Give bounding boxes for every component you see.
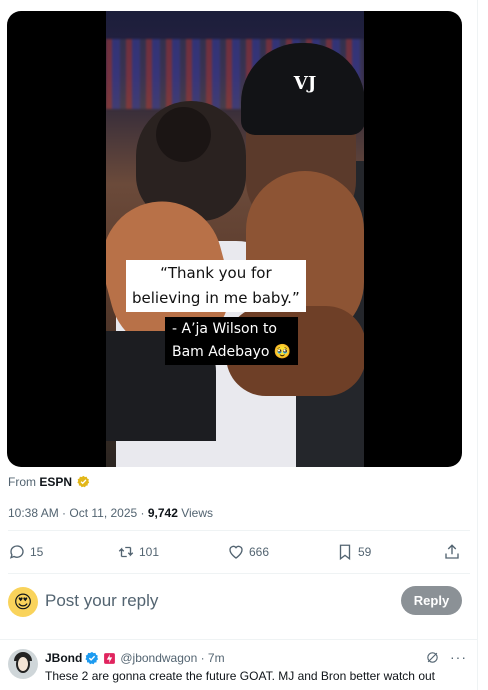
repost-action[interactable]: 101 xyxy=(117,540,159,564)
attribution-line-2-row: Bam Adebayo 🥹 xyxy=(172,341,291,364)
comment-header: JBond @jbondwagon · 7m xyxy=(45,651,225,665)
video-player[interactable]: VJ “Thank you for believing in me baby.”… xyxy=(7,11,462,467)
reply-action[interactable]: 15 xyxy=(8,540,43,564)
comment-tools: ··· xyxy=(425,649,467,665)
grok-icon[interactable] xyxy=(425,650,440,665)
heart-icon xyxy=(229,545,243,559)
bookmark-count: 59 xyxy=(358,545,372,559)
share-icon xyxy=(445,544,459,559)
attribution-line-1: - A’ja Wilson to xyxy=(172,321,277,337)
views-label: Views xyxy=(177,506,214,520)
divider xyxy=(8,573,470,574)
like-action[interactable]: 666 xyxy=(227,540,269,564)
attribution-line-2: Bam Adebayo xyxy=(172,344,270,360)
like-count: 666 xyxy=(249,545,270,559)
share-action[interactable] xyxy=(443,540,465,564)
avatar-face xyxy=(16,655,30,673)
video-frame: VJ “Thank you for believing in me baby.”… xyxy=(106,11,364,467)
action-bar: 15 101 666 59 xyxy=(8,540,463,564)
pleading-face-emoji: 🥹 xyxy=(273,344,292,360)
cap-logo: VJ xyxy=(293,73,317,94)
reply-icon xyxy=(9,545,24,559)
reply-post[interactable]: JBond @jbondwagon · 7m ··· These 2 are g… xyxy=(0,647,478,690)
bookmark-action[interactable]: 59 xyxy=(336,540,371,564)
affiliate-badge-icon xyxy=(104,652,116,664)
timestamp[interactable]: 10:38 AM · Oct 11, 2025 · xyxy=(8,506,148,520)
hair-bun xyxy=(156,107,211,162)
quote-line-2: believing in me baby.” xyxy=(132,289,300,307)
views-count: 9,742 xyxy=(147,506,178,520)
repost-count: 101 xyxy=(139,545,160,559)
bookmark-icon xyxy=(339,544,351,561)
repost-icon xyxy=(118,546,134,558)
post-meta: 10:38 AM · Oct 11, 2025 · 9,742 Views xyxy=(8,506,213,520)
source-link[interactable]: ESPN xyxy=(39,475,72,489)
comment-text: These 2 are gonna create the future GOAT… xyxy=(45,669,435,683)
post-detail: VJ “Thank you for believing in me baby.”… xyxy=(0,0,478,690)
video-quote-caption: “Thank you for believing in me baby.” xyxy=(126,260,306,312)
reply-count: 15 xyxy=(30,545,44,559)
video-attribution-caption: - A’ja Wilson to Bam Adebayo 🥹 xyxy=(165,317,299,365)
reply-button[interactable]: Reply xyxy=(401,586,462,615)
commenter-handle: @jbondwagon · 7m xyxy=(120,651,225,665)
verified-blue-icon xyxy=(85,651,99,665)
commenter-avatar[interactable] xyxy=(8,649,38,679)
reply-input[interactable]: Post your reply xyxy=(45,591,158,611)
divider xyxy=(8,530,470,531)
source-prefix: From xyxy=(8,475,36,489)
quote-line-1: “Thank you for xyxy=(160,264,272,282)
commenter-name[interactable]: JBond xyxy=(45,651,82,665)
more-icon[interactable]: ··· xyxy=(450,649,467,665)
user-avatar[interactable]: 😍 xyxy=(8,587,38,617)
reply-composer: 😍 Post your reply Reply xyxy=(0,585,478,619)
divider xyxy=(0,639,478,640)
verified-gold-icon xyxy=(77,475,90,488)
source-attribution: From ESPN xyxy=(8,475,90,489)
